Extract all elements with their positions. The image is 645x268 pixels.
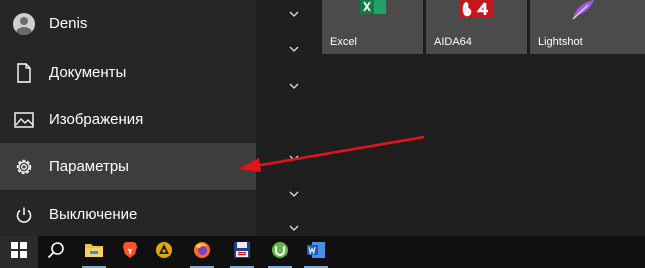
document-icon [13, 62, 35, 84]
live-tiles-area: Excel AIDA64 Lightshot [318, 0, 645, 236]
chevron-down-icon[interactable] [288, 44, 300, 54]
settings-item[interactable]: Параметры [0, 143, 256, 190]
power-icon [13, 204, 35, 226]
pictures-label: Изображения [49, 111, 144, 128]
start-button[interactable] [0, 236, 38, 268]
taskbar-utorrent[interactable] [262, 236, 298, 268]
tile-excel-label: Excel [330, 36, 357, 48]
taskbar-app-yellow[interactable] [146, 236, 182, 268]
lightshot-feather-icon [570, 0, 596, 20]
tile-aida64-label: AIDA64 [434, 36, 472, 48]
search-icon [47, 241, 65, 264]
pictures-item[interactable]: Изображения [0, 96, 256, 143]
user-name-label: Denis [49, 15, 88, 32]
utorrent-icon [271, 241, 289, 264]
word-icon [306, 241, 326, 264]
floppy-app-icon [233, 241, 251, 264]
search-button[interactable] [38, 236, 74, 268]
chevron-down-icon[interactable] [288, 9, 300, 19]
app-yellow-icon [155, 241, 173, 264]
power-item[interactable]: Выключение [0, 191, 256, 238]
chevron-down-icon[interactable] [288, 189, 300, 199]
chevron-down-icon[interactable] [288, 81, 300, 91]
taskbar-word[interactable] [298, 236, 334, 268]
tile-lightshot[interactable]: Lightshot [530, 0, 645, 54]
app-list-column [256, 0, 318, 236]
windows-start-icon [11, 241, 27, 263]
brave-browser-icon [122, 241, 138, 264]
chevron-down-icon[interactable] [288, 153, 300, 163]
file-explorer-icon [84, 242, 104, 263]
tile-aida64[interactable]: AIDA64 [426, 0, 527, 54]
settings-label: Параметры [49, 158, 129, 175]
image-icon [13, 109, 35, 131]
start-menu-left-column: Denis Документы Изображения Параметры Вы… [0, 0, 256, 236]
taskbar-firefox[interactable] [184, 236, 220, 268]
excel-icon [360, 0, 386, 14]
taskbar-brave[interactable] [112, 236, 148, 268]
tile-lightshot-label: Lightshot [538, 36, 583, 48]
tile-excel[interactable]: Excel [322, 0, 423, 54]
user-avatar-icon [13, 12, 35, 35]
documents-label: Документы [49, 64, 127, 81]
firefox-icon [193, 241, 211, 264]
taskbar-floppy-app[interactable] [224, 236, 260, 268]
documents-item[interactable]: Документы [0, 49, 256, 96]
aida64-icon [459, 0, 493, 18]
taskbar [0, 236, 645, 268]
user-account-item[interactable]: Denis [0, 0, 256, 47]
gear-icon [13, 156, 35, 178]
power-label: Выключение [49, 206, 138, 223]
taskbar-file-explorer[interactable] [76, 236, 112, 268]
chevron-down-icon[interactable] [288, 223, 300, 233]
